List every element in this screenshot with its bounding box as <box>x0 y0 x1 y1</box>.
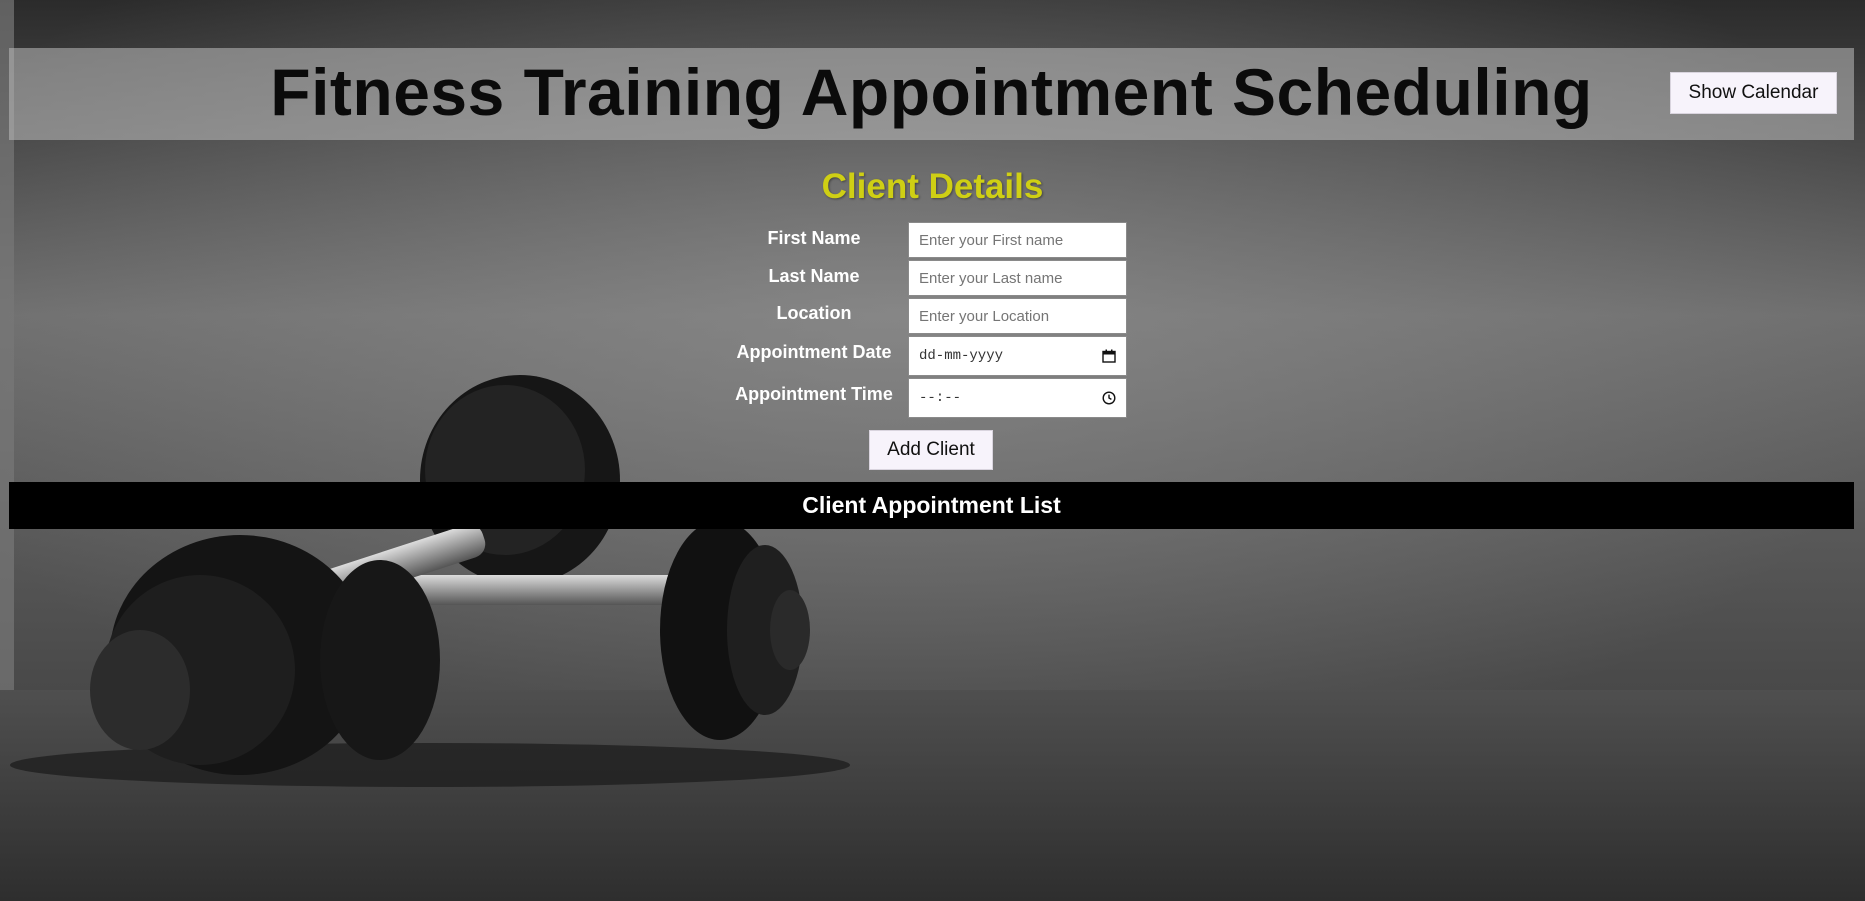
location-placeholder: Enter your Location <box>919 307 1050 325</box>
appointment-date-input[interactable]: dd-mm-yyyy <box>908 336 1127 376</box>
appointment-date-label: Appointment Date <box>736 342 892 362</box>
appointment-list-title: Client Appointment List <box>802 492 1061 518</box>
show-calendar-button[interactable]: Show Calendar <box>1670 72 1837 114</box>
add-client-button[interactable]: Add Client <box>869 430 993 470</box>
appointment-time-placeholder: --:-- <box>919 390 962 406</box>
app-header: Fitness Training Appointment Scheduling … <box>9 48 1854 140</box>
first-name-label: First Name <box>767 228 861 248</box>
page-title: Fitness Training Appointment Scheduling <box>270 55 1593 129</box>
appointment-date-placeholder: dd-mm-yyyy <box>919 348 1004 364</box>
location-label: Location <box>776 303 852 323</box>
last-name-placeholder: Enter your Last name <box>919 269 1063 287</box>
first-name-input[interactable]: Enter your First name <box>908 222 1127 258</box>
appointment-time-label: Appointment Time <box>735 384 893 404</box>
clock-icon[interactable] <box>1102 391 1116 405</box>
last-name-label: Last Name <box>768 266 860 286</box>
last-name-input[interactable]: Enter your Last name <box>908 260 1127 296</box>
location-input[interactable]: Enter your Location <box>908 298 1127 334</box>
appointment-list-header: Client Appointment List <box>9 482 1854 529</box>
calendar-icon[interactable] <box>1102 349 1116 363</box>
client-details-heading: Client Details <box>821 167 1044 206</box>
appointment-time-input[interactable]: --:-- <box>908 378 1127 418</box>
first-name-placeholder: Enter your First name <box>919 231 1064 249</box>
